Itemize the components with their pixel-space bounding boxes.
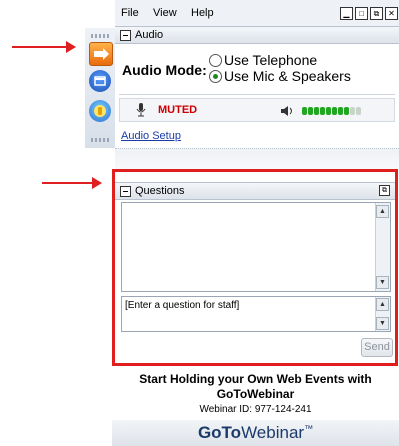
audio-mode-label: Audio Mode: [122, 62, 207, 78]
microphone-icon[interactable] [136, 103, 146, 117]
audio-collapse-icon[interactable] [120, 30, 131, 41]
help-icon [94, 105, 106, 117]
popout-icon: ⧉ [382, 187, 387, 194]
menu-file[interactable]: File [121, 7, 139, 19]
minimize-button[interactable]: ▁ [340, 7, 353, 20]
questions-log[interactable]: ▲ ▼ [121, 202, 391, 292]
toolbar-grip-bottom[interactable] [91, 138, 109, 142]
questions-highlight-frame: Questions ⧉ ▲ ▼ [Enter a question for st… [112, 169, 398, 366]
menu-bar: File View Help ▁ □ ⧉ ✕ [115, 0, 399, 26]
arrow-right-icon [94, 48, 109, 60]
gotowebinar-logo[interactable]: GoToWebinar™ [112, 423, 399, 443]
scroll-down-icon[interactable]: ▼ [376, 276, 389, 289]
close-icon: ✕ [388, 9, 395, 18]
toolbar-grip-top[interactable] [91, 34, 109, 38]
logo-webinar: Webinar [241, 423, 305, 442]
use-telephone-radio[interactable] [209, 54, 222, 67]
scroll-up-icon[interactable]: ▲ [376, 205, 389, 218]
popout-button[interactable]: ⧉ [379, 185, 390, 196]
speaker-icon[interactable] [280, 105, 294, 117]
menu-help[interactable]: Help [191, 7, 214, 19]
use-mic-speakers-option[interactable]: Use Mic & Speakers [209, 68, 389, 84]
control-panel-toolbar [85, 28, 116, 148]
audio-level-meter [302, 106, 392, 116]
questions-pane-header: Questions ⧉ [115, 182, 395, 200]
input-scroll-down-icon[interactable]: ▼ [376, 317, 389, 330]
footer: Start Holding your Own Web Events with G… [112, 368, 399, 446]
restore-icon: ⧉ [373, 9, 380, 18]
input-scroll-up-icon[interactable]: ▲ [376, 298, 389, 311]
menu-view[interactable]: View [153, 7, 177, 19]
maximize-button[interactable]: □ [355, 7, 368, 20]
pane-splitter[interactable] [115, 148, 399, 169]
questions-log-scrollbar[interactable]: ▲ ▼ [375, 203, 390, 291]
questions-pane-title: Questions [135, 185, 185, 197]
question-input-placeholder: [Enter a question for staff] [125, 300, 240, 311]
logo-tm: ™ [304, 423, 314, 434]
question-input-scrollbar[interactable]: ▲ ▼ [375, 297, 390, 331]
toolbar-show-hide-button[interactable] [89, 42, 113, 66]
use-mic-speakers-label: Use Mic & Speakers [224, 68, 351, 84]
toolbar-raise-hand-button[interactable] [89, 100, 111, 122]
use-telephone-label: Use Telephone [224, 52, 318, 68]
audio-status-bar: MUTED [119, 98, 395, 122]
use-mic-speakers-radio[interactable] [209, 70, 222, 83]
minimize-icon: ▁ [343, 9, 350, 18]
logo-goto: GoTo [197, 423, 242, 442]
audio-divider [119, 94, 395, 95]
send-button[interactable]: Send [361, 338, 393, 357]
audio-setup-link[interactable]: Audio Setup [121, 130, 181, 142]
brand-bar: GoToWebinar™ [112, 420, 399, 446]
audio-pane-title: Audio [135, 29, 164, 41]
restore-button[interactable]: ⧉ [370, 7, 383, 20]
questions-collapse-icon[interactable] [120, 186, 131, 197]
question-input[interactable]: [Enter a question for staff] ▲ ▼ [121, 296, 391, 332]
use-telephone-option[interactable]: Use Telephone [209, 52, 389, 68]
promo-line-2: GoToWebinar [216, 387, 295, 401]
audio-pane: Audio Mode: Use Telephone Use Mic & Spea… [115, 44, 399, 148]
window-icon [94, 76, 106, 86]
webinar-id: Webinar ID: 977-124-241 [199, 404, 312, 415]
close-button[interactable]: ✕ [385, 7, 398, 20]
toolbar-window-button[interactable] [89, 70, 111, 92]
muted-status: MUTED [158, 104, 198, 116]
maximize-icon: □ [359, 9, 364, 18]
audio-pane-header: Audio [115, 26, 399, 44]
promo-line-1: Start Holding your Own Web Events with [139, 372, 372, 386]
